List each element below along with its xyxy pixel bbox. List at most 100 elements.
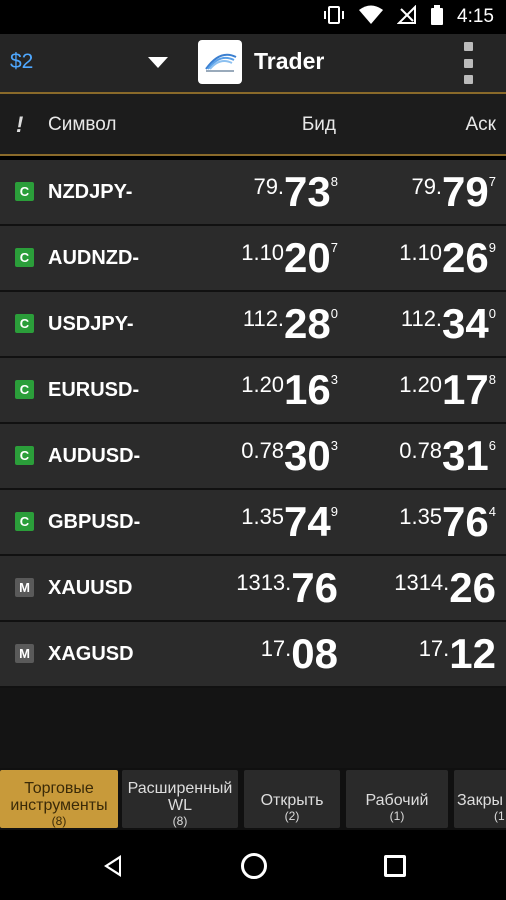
tab-label: Торговые инструменты [10, 780, 108, 814]
ask-price-fraction: 7 [488, 174, 496, 189]
account-dropdown-icon[interactable] [148, 57, 168, 68]
symbol-column-header[interactable]: Символ [48, 114, 117, 136]
app-logo [198, 40, 242, 84]
ask-price-prefix: 1314. [394, 570, 450, 595]
battery-icon [431, 4, 444, 30]
bid-price[interactable]: 1.35749 [241, 498, 338, 546]
logo-icon [205, 53, 237, 72]
overflow-menu-icon[interactable] [458, 42, 478, 84]
instrument-row[interactable]: C EURUSD- 1.20163 1.20178 [0, 358, 506, 424]
bid-price[interactable]: 17.08 [261, 630, 338, 678]
bid-price-fraction: 3 [330, 372, 338, 387]
app-title: Trader [254, 48, 325, 74]
tab-closed[interactable]: Закры (1 [454, 770, 506, 828]
ask-column-header[interactable]: Аск [466, 114, 497, 136]
bid-price-prefix: 17. [260, 636, 292, 661]
instrument-row[interactable]: C USDJPY- 112.280 112.340 [0, 292, 506, 358]
instrument-symbol: USDJPY- [48, 313, 134, 335]
bid-price-fraction: 0 [330, 306, 338, 321]
instrument-symbol: AUDUSD- [48, 445, 141, 467]
ask-price-pips: 31 [442, 432, 489, 479]
no-signal-icon [396, 4, 417, 30]
ask-price[interactable]: 1314.26 [394, 564, 496, 612]
instrument-row[interactable]: M XAGUSD 17.08 17.12 [0, 622, 506, 688]
bid-price[interactable]: 0.78303 [241, 432, 338, 480]
instrument-type-badge: M [15, 644, 34, 663]
instrument-row[interactable]: C NZDJPY- 79.738 79.797 [0, 160, 506, 226]
bid-price[interactable]: 1313.76 [236, 564, 338, 612]
ask-price-fraction: 8 [488, 372, 496, 387]
ask-price[interactable]: 0.78316 [399, 432, 496, 480]
instrument-symbol: EURUSD- [48, 379, 140, 401]
recent-apps-icon[interactable] [384, 855, 406, 877]
ask-price[interactable]: 1.10269 [399, 234, 496, 282]
tab-count: (1 [494, 809, 505, 823]
instrument-list: C NZDJPY- 79.738 79.797 C AUDNZD- 1.1020… [0, 160, 506, 688]
tab-open[interactable]: Открыть (2) [244, 770, 340, 828]
tab-working[interactable]: Рабочий (1) [346, 770, 448, 828]
column-header-row: ! Символ Бид Аск [0, 94, 506, 156]
ask-price-fraction: 9 [488, 240, 496, 255]
bid-price-prefix: 0.78 [241, 438, 285, 463]
ask-price-prefix: 79. [411, 174, 443, 199]
instrument-type-badge: C [15, 380, 34, 399]
ask-price-fraction: 0 [488, 306, 496, 321]
tab-label: Рабочий [365, 792, 429, 809]
ask-price-prefix: 0.78 [399, 438, 443, 463]
back-icon[interactable] [104, 855, 121, 877]
bid-price[interactable]: 112.280 [243, 300, 338, 348]
ask-price[interactable]: 1.35764 [399, 498, 496, 546]
app-bar: $2 Trader [0, 34, 506, 94]
bid-price[interactable]: 1.10207 [241, 234, 338, 282]
tab-count: (1) [389, 809, 405, 823]
bid-price-pips: 76 [291, 564, 338, 611]
instrument-type-badge: C [15, 314, 34, 333]
bid-price[interactable]: 79.738 [253, 168, 338, 216]
instrument-symbol: AUDNZD- [48, 247, 140, 269]
bid-price-pips: 73 [284, 168, 331, 215]
ask-price[interactable]: 112.340 [401, 300, 496, 348]
bid-price-prefix: 112. [242, 306, 285, 331]
instrument-row[interactable]: C AUDNZD- 1.10207 1.10269 [0, 226, 506, 292]
instrument-symbol: NZDJPY- [48, 181, 133, 203]
instrument-type-badge: C [15, 182, 34, 201]
bid-price[interactable]: 1.20163 [241, 366, 338, 414]
ask-price-pips: 76 [442, 498, 489, 545]
instrument-row[interactable]: M XAUUSD 1313.76 1314.26 [0, 556, 506, 622]
instrument-row[interactable]: C GBPUSD- 1.35749 1.35764 [0, 490, 506, 556]
ask-price-pips: 26 [442, 234, 489, 281]
bottom-tab-bar: Торговые инструменты (8) Расширенный WL … [0, 768, 506, 830]
bid-price-prefix: 1.20 [241, 372, 285, 397]
list-empty-area [0, 688, 506, 768]
ask-price[interactable]: 1.20178 [399, 366, 496, 414]
home-icon[interactable] [241, 853, 267, 879]
bid-price-prefix: 79. [253, 174, 285, 199]
bid-price-pips: 74 [284, 498, 331, 545]
instrument-row[interactable]: C AUDUSD- 0.78303 0.78316 [0, 424, 506, 490]
bid-price-fraction: 8 [330, 174, 338, 189]
bid-price-fraction: 9 [330, 504, 338, 519]
instrument-type-badge: C [15, 446, 34, 465]
ask-price-pips: 17 [442, 366, 489, 413]
tab-extended-wl[interactable]: Расширенный WL (8) [122, 770, 238, 828]
ask-price[interactable]: 17.12 [419, 630, 496, 678]
ask-price[interactable]: 79.797 [411, 168, 496, 216]
ask-price-pips: 12 [449, 630, 496, 677]
system-navigation-bar [0, 830, 506, 900]
vibrate-icon [323, 5, 345, 30]
ask-price-fraction: 4 [488, 504, 496, 519]
status-bar: 4:15 [0, 0, 506, 34]
ask-price-pips: 34 [442, 300, 489, 347]
instrument-type-badge: C [15, 512, 34, 531]
ask-price-prefix: 1.10 [399, 240, 443, 265]
bid-column-header[interactable]: Бид [302, 114, 336, 136]
bid-price-pips: 30 [284, 432, 331, 479]
instrument-symbol: XAGUSD [48, 643, 134, 665]
ask-price-prefix: 1.35 [399, 504, 443, 529]
alert-column-header[interactable]: ! [16, 112, 23, 138]
tab-instruments[interactable]: Торговые инструменты (8) [0, 770, 118, 828]
ask-price-prefix: 1.20 [399, 372, 443, 397]
account-balance[interactable]: $2 [10, 50, 33, 74]
bid-price-pips: 28 [284, 300, 331, 347]
bid-price-pips: 20 [284, 234, 331, 281]
